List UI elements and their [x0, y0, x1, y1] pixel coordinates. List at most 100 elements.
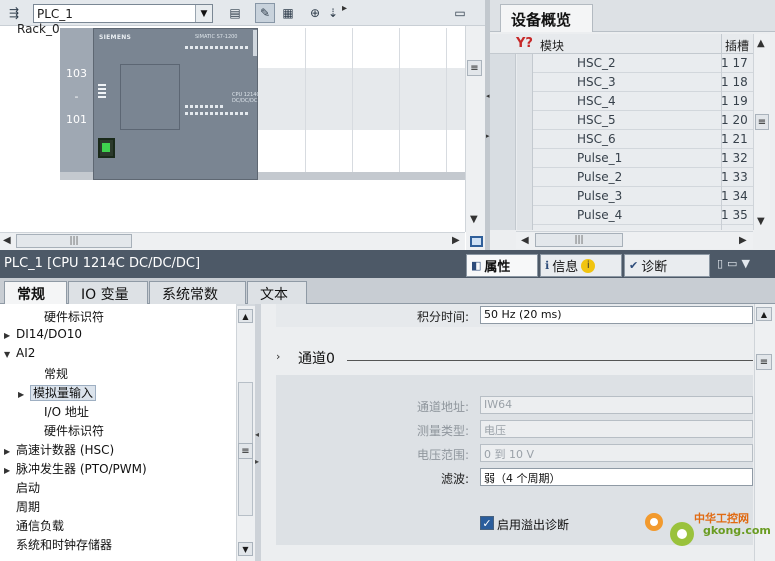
tree-item[interactable]: 启动 [4, 479, 40, 496]
module-slot: 1 33 [721, 170, 748, 184]
device-select-value: PLC_1 [37, 6, 73, 21]
toolbar-more-icon[interactable]: ▸ [342, 3, 347, 14]
pen-icon[interactable]: ✎ [255, 3, 275, 23]
diagnostics-icon: ✔ [629, 259, 639, 272]
menu-icon[interactable]: ≡ [756, 354, 772, 370]
tree-item-label: 周期 [16, 500, 41, 514]
tree-item[interactable]: ▶ DI14/DO10 [4, 327, 82, 341]
tree-item-label: 高速计数器 (HSC) [16, 443, 115, 457]
overview-vscroll[interactable] [753, 34, 770, 230]
tab-device-overview[interactable]: 设备概览 [500, 4, 593, 32]
scroll-up-icon[interactable]: ▲ [757, 38, 765, 49]
chevron-right-icon[interactable]: › [276, 350, 280, 363]
module-name: Pulse_4 [577, 208, 623, 222]
info-tab-icon: ℹ [545, 259, 550, 272]
menu-icon[interactable]: ≡ [467, 60, 482, 76]
scroll-up-icon[interactable]: ▲ [238, 309, 253, 323]
view-options-icon[interactable]: ▭ [450, 3, 470, 23]
chevron-right-icon[interactable]: ▶ [4, 331, 16, 340]
tree-item[interactable]: 硬件标识符 [32, 308, 104, 325]
filter-icon[interactable]: Y? [516, 36, 533, 51]
overview-navigation-icon[interactable] [466, 232, 486, 250]
chevron-right-icon[interactable]: ▶ [4, 466, 16, 475]
tree-item[interactable]: 周期 [4, 498, 40, 515]
slot-divider [446, 28, 447, 178]
chevron-down-icon[interactable]: ▼ [4, 350, 16, 359]
hscroll-thumb[interactable]: ||| [535, 233, 623, 247]
scroll-left-icon[interactable]: ◀ [3, 235, 11, 246]
watermark-url: gkong.com [703, 524, 771, 537]
splitter-grip-icon[interactable]: ◂ ▸ [255, 430, 259, 466]
cpu-sub-text: CPU 1214C DC/DC/DC [232, 92, 260, 104]
module-name: Pulse_2 [577, 170, 623, 184]
chevron-down-icon[interactable]: ▼ [195, 5, 212, 22]
scroll-right-icon[interactable]: ▶ [739, 235, 747, 246]
overflow-diagnostics-checkbox[interactable]: ✓ [480, 516, 494, 530]
column-separator[interactable] [721, 34, 722, 54]
tree-item-label: 常规 [44, 367, 69, 381]
overflow-diagnostics-label[interactable]: 启用溢出诊断 [497, 516, 569, 533]
scroll-down-icon[interactable]: ▼ [238, 542, 253, 556]
subtab-system-constants[interactable]: 系统常数 [149, 281, 246, 304]
column-header-slot[interactable]: 插槽 [725, 37, 749, 54]
tree-item[interactable]: 常规 [32, 365, 68, 382]
table-row[interactable]: HSC_2 1 17 [533, 54, 753, 73]
table-row[interactable]: Pulse_3 1 34 [533, 187, 753, 206]
scroll-down-icon[interactable]: ▼ [757, 216, 765, 227]
tree-item[interactable]: ▶ 高速计数器 (HSC) [4, 441, 114, 458]
tab-properties[interactable]: ◧ 属性 [466, 254, 538, 277]
scroll-up-icon[interactable]: ▲ [756, 307, 772, 321]
tree-item[interactable]: 通信负载 [4, 517, 64, 534]
chevron-right-icon[interactable]: ▶ [18, 390, 30, 399]
filter-select[interactable]: 弱（4 个周期） [480, 468, 753, 486]
table-row[interactable]: Pulse_1 1 32 [533, 149, 753, 168]
integration-time-select[interactable]: 50 Hz (20 ms) [480, 306, 753, 324]
tree-item[interactable]: 系统和时钟存储器 [4, 536, 112, 553]
slot-number: 101 [66, 113, 87, 126]
io-led-row [185, 105, 225, 108]
table-row[interactable]: HSC_6 1 21 [533, 130, 753, 149]
table-row[interactable]: HSC_4 1 19 [533, 92, 753, 111]
tab-info-label: 信息 [552, 260, 579, 275]
subtab-io-tags[interactable]: IO 变量 [68, 281, 148, 304]
module-slot: 1 21 [721, 132, 748, 146]
tree-item[interactable]: ▶ 脉冲发生器 (PTO/PWM) [4, 460, 147, 477]
table-row[interactable]: HSC_5 1 20 [533, 111, 753, 130]
scroll-right-icon[interactable]: ▶ [452, 235, 460, 246]
menu-icon[interactable]: ≡ [755, 114, 769, 130]
menu-icon[interactable]: ≡ [238, 443, 253, 459]
module-slot: 1 19 [721, 94, 748, 108]
tree-item[interactable]: 硬件标识符 [32, 422, 104, 439]
measure-type-field: 电压 [480, 420, 753, 438]
tree-item[interactable]: I/O 地址 [32, 403, 89, 420]
grid-icon[interactable]: ▦ [278, 3, 298, 23]
table-row[interactable]: Pulse_4 1 35 [533, 206, 753, 225]
subtab-texts[interactable]: 文本 [247, 281, 307, 304]
tab-properties-label: 属性 [484, 260, 511, 275]
zoom-icon[interactable]: ⊕ [305, 3, 325, 23]
device-tree-icon[interactable]: ⇶ [4, 3, 24, 23]
device-select[interactable]: PLC_1 [33, 4, 213, 23]
tree-item[interactable]: ▶ 模拟量输入 [18, 384, 97, 401]
hscroll-thumb[interactable]: ||| [16, 234, 132, 248]
tree-item[interactable]: ▼ AI2 [4, 346, 35, 360]
scroll-left-icon[interactable]: ◀ [521, 235, 529, 246]
table-row[interactable]: Pulse_2 1 33 [533, 168, 753, 187]
device-view-vscroll[interactable] [465, 26, 485, 232]
slot-divider [305, 28, 306, 178]
splitter-grip-icon[interactable]: ◂ ▸ [486, 92, 490, 140]
window-controls[interactable]: ▯▭▼ [717, 257, 754, 270]
chevron-right-icon[interactable]: ▶ [4, 447, 16, 456]
scroll-down-icon[interactable]: ▼ [470, 214, 478, 225]
filter-label: 滤波: [440, 472, 469, 486]
module-name: Pulse_1 [577, 151, 623, 165]
table-row[interactable]: HSC_3 1 18 [533, 73, 753, 92]
measure-type-value: 电压 [484, 424, 506, 437]
voltage-range-label: 电压范围: [416, 448, 469, 462]
subtab-general[interactable]: 常规 [4, 281, 67, 305]
tab-info[interactable]: ℹ 信息 i [540, 254, 622, 277]
zoom-dropdown-icon[interactable]: ⇣ [323, 3, 343, 23]
tab-diagnostics[interactable]: ✔ 诊断 [624, 254, 710, 277]
topology-icon[interactable]: ▤ [225, 3, 245, 23]
column-header-module[interactable]: 模块 [540, 37, 564, 54]
